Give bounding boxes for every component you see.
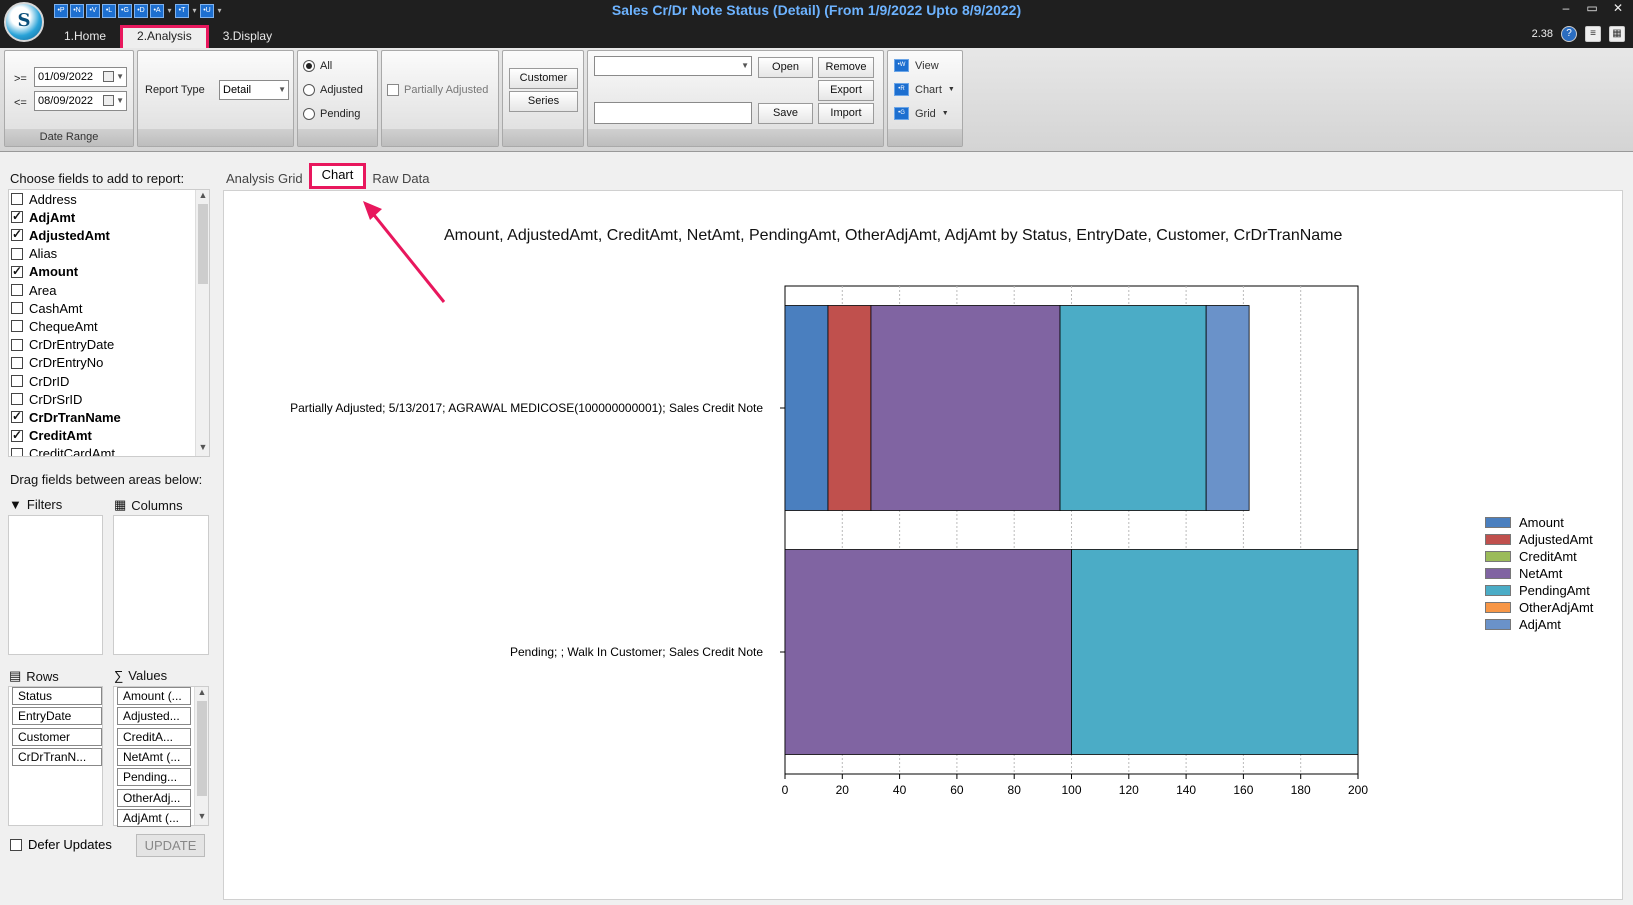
bar-segment	[1071, 549, 1359, 755]
x-tick-label: 20	[836, 783, 850, 797]
x-tick-label: 120	[1119, 783, 1139, 797]
x-tick-label: 140	[1176, 783, 1196, 797]
x-tick-label: 0	[782, 783, 789, 797]
legend-label: CreditAmt	[1519, 549, 1577, 564]
chart-legend: Amount AdjustedAmt CreditAmt NetAmt PendingA…	[1485, 514, 1593, 633]
bar-segment	[1205, 305, 1250, 511]
legend-swatch	[1485, 551, 1511, 562]
legend-label: OtherAdjAmt	[1519, 600, 1594, 615]
category-label: Pending; ; Walk In Customer; Sales Credi…	[510, 645, 763, 659]
x-tick-label: 200	[1348, 783, 1368, 797]
bar-segment	[784, 549, 1072, 755]
x-tick-label: 80	[1008, 783, 1022, 797]
legend-entry: Amount	[1485, 514, 1593, 531]
app-window: S •P •N •V •L •G •D •A ▾ •T ▾ •U ▾ Sales Cr/Dr Note…	[0, 0, 1633, 905]
legend-swatch	[1485, 534, 1511, 545]
legend-swatch	[1485, 568, 1511, 579]
bar-segment	[784, 305, 829, 511]
legend-entry: AdjustedAmt	[1485, 531, 1593, 548]
legend-swatch	[1485, 517, 1511, 528]
legend-label: AdjAmt	[1519, 617, 1561, 632]
legend-swatch	[1485, 619, 1511, 630]
legend-swatch	[1485, 585, 1511, 596]
bar-segment	[827, 305, 872, 511]
x-tick-label: 180	[1291, 783, 1311, 797]
x-tick-label: 60	[950, 783, 964, 797]
legend-entry: OtherAdjAmt	[1485, 599, 1593, 616]
category-label: Partially Adjusted; 5/13/2017; AGRAWAL M…	[290, 401, 763, 415]
x-tick-label: 160	[1233, 783, 1253, 797]
chart-plot: 0 20 40 60 80 100 120 140 160 180 200 Partially Adj…	[290, 285, 1368, 797]
legend-entry: AdjAmt	[1485, 616, 1593, 633]
bar-segment	[1059, 305, 1207, 511]
legend-label: AdjustedAmt	[1519, 532, 1593, 547]
x-tick-label: 100	[1061, 783, 1081, 797]
legend-entry: PendingAmt	[1485, 582, 1593, 599]
legend-entry: CreditAmt	[1485, 548, 1593, 565]
legend-swatch	[1485, 602, 1511, 613]
legend-label: PendingAmt	[1519, 583, 1590, 598]
x-tick-label: 40	[893, 783, 907, 797]
legend-entry: NetAmt	[1485, 565, 1593, 582]
bar-segment	[870, 305, 1061, 511]
legend-label: NetAmt	[1519, 566, 1563, 581]
legend-label: Amount	[1519, 515, 1564, 530]
